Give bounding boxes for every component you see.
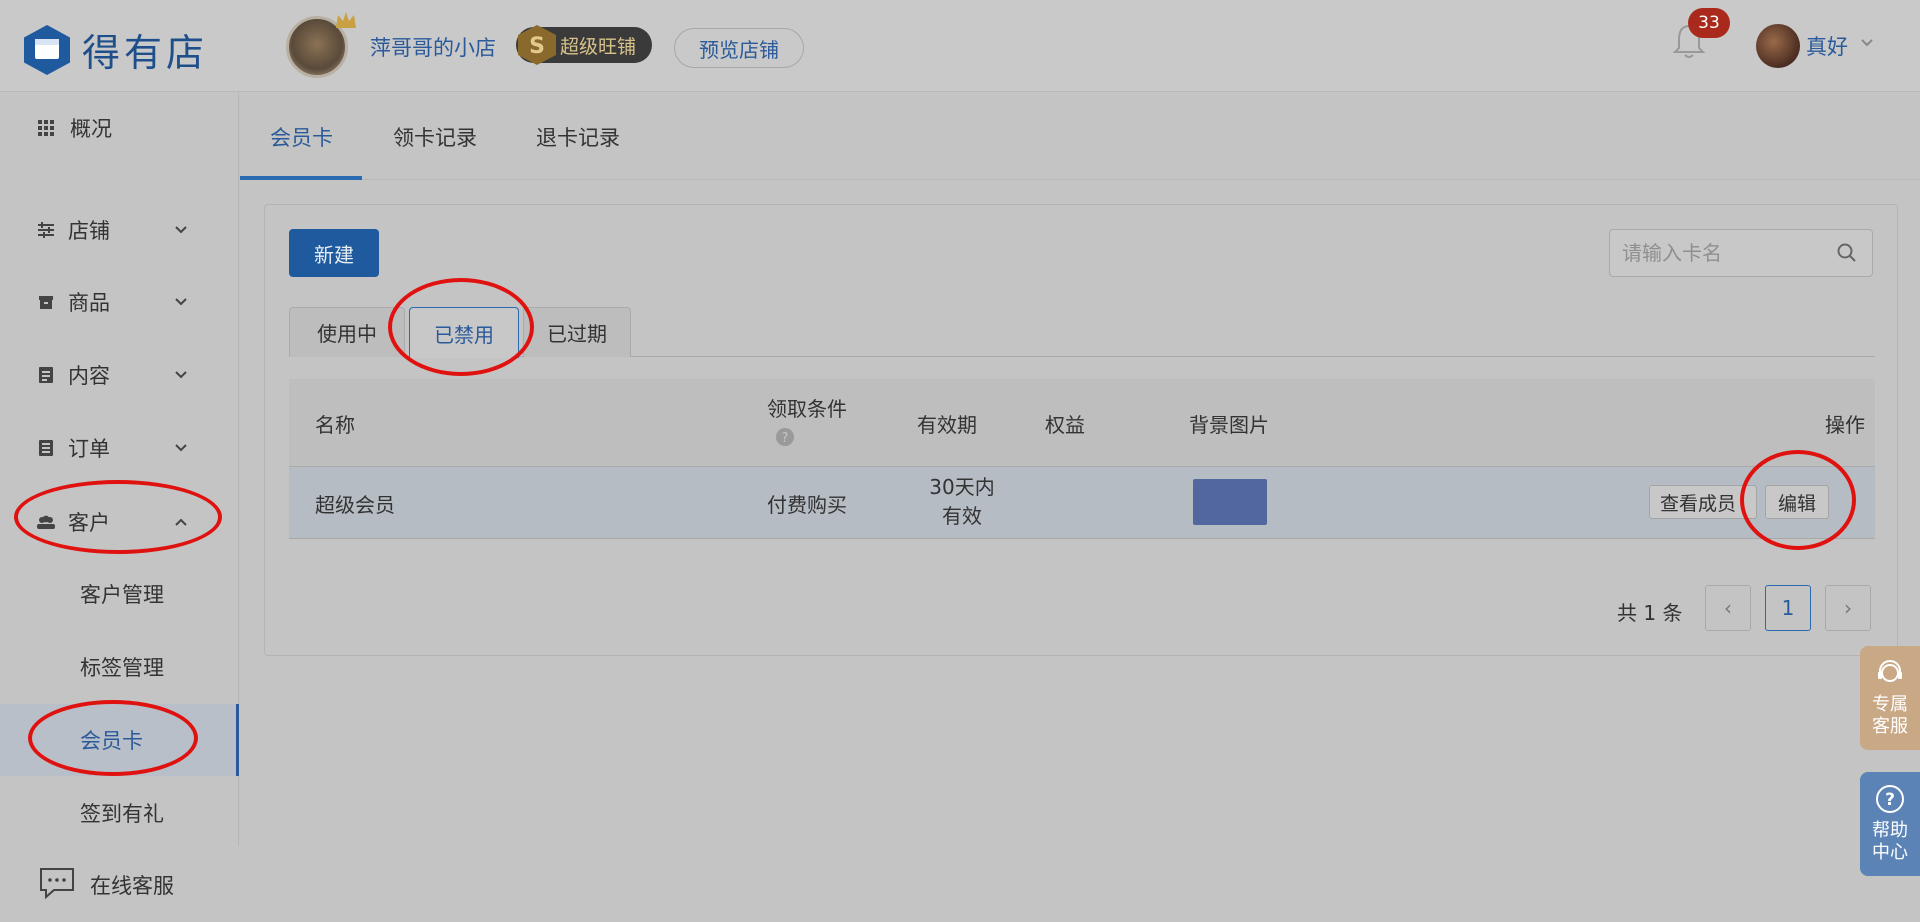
online-service[interactable]: 在线客服: [0, 846, 239, 922]
next-page-button[interactable]: ›: [1825, 585, 1871, 631]
dedicated-service-button[interactable]: 专属 客服: [1860, 646, 1920, 750]
logo-icon: [24, 24, 70, 75]
float-label-line1: 帮助: [1872, 820, 1908, 841]
svg-text:?: ?: [782, 431, 789, 446]
box-icon: [39, 296, 53, 309]
search-input[interactable]: [1610, 230, 1830, 276]
main-tabs: 会员卡 领卡记录 退卡记录: [240, 92, 1920, 180]
sidebar-subitem-label: 签到有礼: [80, 802, 164, 826]
card-validity-line2: 有效: [942, 504, 982, 528]
user-name[interactable]: 真好: [1806, 31, 1848, 61]
float-label-line2: 中心: [1872, 842, 1908, 863]
sidebar: 概况 店铺 商品 内容 订单 客户 客户管理 标签管理 会员卡 签到有礼: [0, 92, 239, 922]
document-icon: [39, 367, 53, 383]
sidebar-item-label: 店铺: [68, 219, 110, 243]
sidebar-subitem-tag-management[interactable]: 标签管理: [0, 631, 239, 703]
tab-return-records[interactable]: 退卡记录: [536, 122, 620, 152]
card-name: 超级会员: [315, 493, 395, 517]
column-header-background: 背景图片: [1189, 413, 1269, 437]
notification-count-badge: 33: [1688, 8, 1730, 38]
shop-level-badge: S 超级旺铺: [516, 25, 652, 65]
sidebar-item-overview[interactable]: 概况: [0, 100, 239, 156]
search-icon[interactable]: [1836, 242, 1858, 264]
active-tab-indicator: [240, 176, 362, 180]
column-header-validity: 有效期: [917, 413, 977, 437]
help-center-button[interactable]: ? 帮助 中心: [1860, 772, 1920, 876]
subtab-disabled[interactable]: 已禁用: [409, 307, 519, 358]
tab-claim-records[interactable]: 领卡记录: [393, 122, 477, 152]
users-icon: [37, 515, 55, 529]
subtab-in-use[interactable]: 使用中: [289, 307, 405, 357]
sidebar-subitem-label: 客户管理: [80, 583, 164, 607]
column-header-benefits: 权益: [1045, 413, 1085, 437]
sidebar-item-label: 概况: [70, 117, 112, 141]
card-condition: 付费购买: [767, 493, 847, 517]
chevron-down-icon: [175, 444, 187, 452]
float-label-line2: 客服: [1872, 716, 1908, 737]
chevron-down-icon: [175, 226, 187, 234]
svg-text:?: ?: [1885, 790, 1895, 810]
subtab-expired[interactable]: 已过期: [523, 307, 631, 357]
sidebar-item-label: 商品: [68, 291, 110, 315]
list-icon: [39, 440, 53, 456]
sliders-icon: [38, 222, 54, 238]
search-box: [1609, 229, 1873, 277]
badge-label: 超级旺铺: [560, 35, 637, 58]
shop-name[interactable]: 萍哥哥的小店: [370, 32, 496, 62]
prev-page-button[interactable]: ‹: [1705, 585, 1751, 631]
crown-icon: [336, 12, 356, 28]
sidebar-item-label: 订单: [68, 437, 110, 461]
logo-text: 得有店: [82, 31, 209, 75]
column-header-actions: 操作: [1825, 413, 1865, 437]
sidebar-item-label: 内容: [68, 364, 110, 388]
top-header: 得有店 萍哥哥的小店 S 超级旺铺 预览店铺 33 真好: [0, 0, 1920, 92]
sidebar-item-customers[interactable]: 客户: [0, 494, 239, 550]
table-row: 超级会员 付费购买 30天内 有效 查看成员 编辑: [289, 467, 1875, 539]
svg-text:S: S: [529, 34, 545, 59]
grid-icon: [38, 120, 54, 136]
sidebar-subitem-label: 标签管理: [80, 656, 164, 680]
level-s-icon: S: [518, 25, 556, 65]
sidebar-item-label: 客户: [68, 511, 110, 535]
column-header-condition: 领取条件: [767, 397, 847, 421]
tab-member-card[interactable]: 会员卡: [270, 122, 333, 152]
view-members-button[interactable]: 查看成员: [1649, 485, 1757, 519]
table-header: 名称 领取条件 ? 有效期 权益 背景图片 操作: [289, 379, 1875, 467]
sidebar-subitem-member-card[interactable]: 会员卡: [0, 704, 239, 776]
sidebar-item-content[interactable]: 内容: [0, 347, 239, 403]
preview-store-button[interactable]: 预览店铺: [674, 28, 804, 68]
float-label-line1: 专属: [1872, 694, 1908, 715]
headset-icon: [1878, 660, 1902, 682]
status-tabs: 使用中 已禁用 已过期: [289, 307, 1875, 358]
card-background-thumbnail: [1193, 479, 1267, 525]
sidebar-subitem-customer-management[interactable]: 客户管理: [0, 558, 239, 630]
logo[interactable]: 得有店: [24, 22, 208, 77]
column-header-name: 名称: [315, 413, 355, 437]
chat-icon: [40, 868, 74, 900]
new-button[interactable]: 新建: [289, 229, 379, 277]
sidebar-subitem-checkin-gift[interactable]: 签到有礼: [0, 777, 239, 849]
help-icon: ?: [1876, 785, 1904, 813]
sidebar-item-orders[interactable]: 订单: [0, 420, 239, 476]
sidebar-item-store[interactable]: 店铺: [0, 202, 239, 258]
chevron-down-icon[interactable]: [1860, 38, 1874, 48]
member-card-panel: 新建 使用中 已禁用 已过期 名称 领取条件 ? 有效期 权益 背景图片 操作 …: [264, 204, 1898, 656]
sidebar-subitem-label: 会员卡: [80, 729, 143, 753]
pagination-total: 共 1 条: [1617, 601, 1683, 625]
chevron-down-icon: [175, 371, 187, 379]
user-avatar[interactable]: [1756, 24, 1800, 68]
chevron-down-icon: [175, 298, 187, 306]
edit-button[interactable]: 编辑: [1765, 485, 1829, 519]
chevron-up-icon: [175, 518, 187, 526]
page-1-button[interactable]: 1: [1765, 585, 1811, 631]
question-icon[interactable]: ?: [775, 427, 795, 447]
online-service-label: 在线客服: [90, 874, 174, 898]
card-validity-line1: 30天内: [929, 475, 995, 499]
sidebar-item-products[interactable]: 商品: [0, 274, 239, 330]
card-validity: 30天内 有效: [917, 473, 1007, 531]
